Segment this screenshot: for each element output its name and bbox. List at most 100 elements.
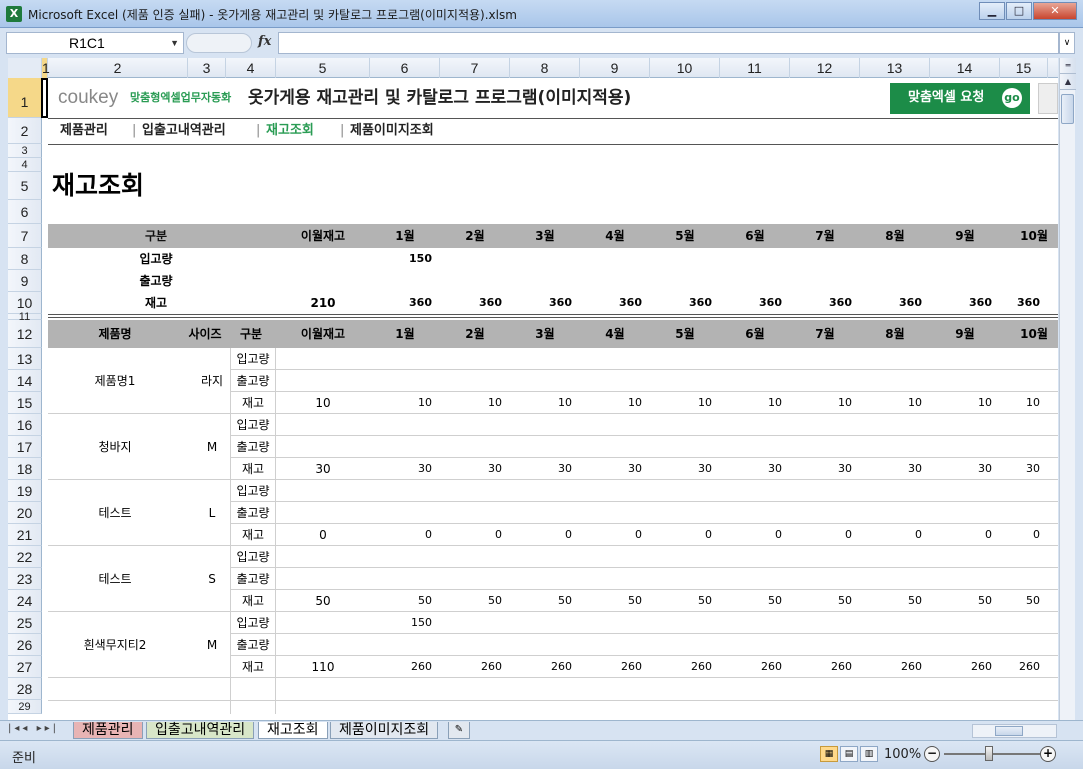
row-header-5[interactable]: 5 xyxy=(8,172,42,200)
detail-col-size: 사이즈 xyxy=(188,327,222,341)
kind-label: 재고 xyxy=(241,528,265,542)
product-stock-value: 50 xyxy=(838,594,852,607)
row-header-28[interactable]: 28 xyxy=(8,678,42,700)
summary-month-value xyxy=(650,270,712,292)
row-header-16[interactable]: 16 xyxy=(8,414,42,436)
kind-label: 재고 xyxy=(241,594,265,608)
row-header-14[interactable]: 14 xyxy=(8,370,42,392)
column-header-10[interactable]: 10 xyxy=(650,58,720,78)
formula-input[interactable] xyxy=(278,32,1059,54)
product-stock-value: 30 xyxy=(488,462,502,475)
row-header-18[interactable]: 18 xyxy=(8,458,42,480)
close-button[interactable]: ✕ xyxy=(1033,2,1077,20)
page-layout-icon[interactable]: ▤ xyxy=(840,746,858,762)
column-header-5[interactable]: 5 xyxy=(276,58,370,78)
zoom-in-icon[interactable]: + xyxy=(1040,746,1056,762)
row-header-1[interactable]: 1 xyxy=(8,78,42,118)
row-header-27[interactable]: 27 xyxy=(8,656,42,678)
active-cell[interactable] xyxy=(41,78,48,118)
row-header-21[interactable]: 21 xyxy=(8,524,42,546)
row-header-20[interactable]: 20 xyxy=(8,502,42,524)
zoom-out-icon[interactable]: − xyxy=(924,746,940,762)
row-header-26[interactable]: 26 xyxy=(8,634,42,656)
row-header-15[interactable]: 15 xyxy=(8,392,42,414)
row-header-6[interactable]: 6 xyxy=(8,200,42,224)
vertical-scroll-thumb[interactable] xyxy=(1061,94,1074,124)
row-header-22[interactable]: 22 xyxy=(8,546,42,568)
column-header-6[interactable]: 6 xyxy=(370,58,440,78)
row-header-19[interactable]: 19 xyxy=(8,480,42,502)
row-header-23[interactable]: 23 xyxy=(8,568,42,590)
summary-col-month-9: 9월 xyxy=(955,229,975,243)
tab-inout-history[interactable]: 입출고내역관리 xyxy=(146,722,255,739)
nav-separator-1: | xyxy=(256,123,261,138)
column-header-15[interactable]: 15 xyxy=(1000,58,1048,78)
request-custom-excel-button[interactable]: 맞춤엑셀 요청 go xyxy=(890,83,1030,114)
row-header-24[interactable]: 24 xyxy=(8,590,42,612)
normal-view-icon[interactable]: ▦ xyxy=(820,746,838,762)
row-header-12[interactable]: 12 xyxy=(8,320,42,348)
insert-sheet-icon[interactable]: ✎ xyxy=(448,722,470,739)
spreadsheet-grid[interactable]: 1 2 3 4 5 6 7 8 9 10 11 12 13 14 15 1 2 3 4 5 6 7 8 9 10 11 12 13 1… xyxy=(8,58,1058,720)
column-header-13[interactable]: 13 xyxy=(860,58,930,78)
go-icon: go xyxy=(1002,88,1022,108)
column-header-12[interactable]: 12 xyxy=(790,58,860,78)
summary-month-value xyxy=(790,270,852,292)
split-box-icon[interactable]: ═ xyxy=(1060,58,1076,74)
tab-navigation-icons[interactable]: |◂◂ ▸▸| xyxy=(8,723,59,734)
product-carry-value: 50 xyxy=(315,594,331,608)
zoom-slider-thumb[interactable] xyxy=(985,746,993,761)
column-header-4[interactable]: 4 xyxy=(226,58,276,78)
column-header-11[interactable]: 11 xyxy=(720,58,790,78)
expand-formula-bar-icon[interactable]: ∨ xyxy=(1059,32,1075,54)
insert-function-button[interactable]: fx xyxy=(258,34,271,49)
kind-row-border xyxy=(230,369,1058,370)
row-header-13[interactable]: 13 xyxy=(8,348,42,370)
page-break-icon[interactable]: ▥ xyxy=(860,746,878,762)
product-stock-value: 30 xyxy=(908,462,922,475)
column-header-14[interactable]: 14 xyxy=(930,58,1000,78)
column-header-3[interactable]: 3 xyxy=(188,58,226,78)
maximize-button[interactable]: □ xyxy=(1006,2,1032,20)
minimize-button[interactable]: ▁ xyxy=(979,2,1005,20)
name-box[interactable]: R1C1 ▼ xyxy=(6,32,184,54)
row-header-4[interactable]: 4 xyxy=(8,158,42,172)
row-header-2[interactable]: 2 xyxy=(8,118,42,144)
product-stock-value: 50 xyxy=(488,594,502,607)
nav-3[interactable]: 제품이미지조회 xyxy=(350,118,460,144)
product-stock-value: 10 xyxy=(978,396,992,409)
cell-area[interactable]: coukey 맞춤형엑셀업무자동화 옷가게용 재고관리 및 카탈로그 프로그램(이미… xyxy=(41,78,1058,720)
product-stock-value: 260 xyxy=(551,660,572,673)
row-header-3[interactable]: 3 xyxy=(8,144,42,158)
excel-app-icon[interactable]: X xyxy=(6,6,22,22)
horizontal-scrollbar[interactable] xyxy=(972,724,1057,738)
row28-border xyxy=(48,700,1058,701)
select-all-corner[interactable] xyxy=(8,58,42,78)
detail-col-month-5: 5월 xyxy=(675,327,695,341)
product-stock-value: 0 xyxy=(775,528,782,541)
column-header-7[interactable]: 7 xyxy=(440,58,510,78)
row-header-29[interactable]: 29 xyxy=(8,700,42,714)
kind-label: 입고량 xyxy=(236,550,270,564)
tab-product-management[interactable]: 제품관리 xyxy=(73,722,143,739)
summary-col-month-2: 2월 xyxy=(465,229,485,243)
row-header-25[interactable]: 25 xyxy=(8,612,42,634)
column-header-2[interactable]: 2 xyxy=(48,58,188,78)
column-header-9[interactable]: 9 xyxy=(580,58,650,78)
chevron-down-icon[interactable]: ▼ xyxy=(170,33,179,53)
row-header-7[interactable]: 7 xyxy=(8,224,42,248)
row-header-9[interactable]: 9 xyxy=(8,270,42,292)
product-stock-value: 260 xyxy=(901,660,922,673)
detail-col-month-1: 1월 xyxy=(395,327,415,341)
zoom-level[interactable]: 100% xyxy=(884,747,921,762)
nav-1[interactable]: 입출고내역관리 xyxy=(142,118,252,144)
row-header-17[interactable]: 17 xyxy=(8,436,42,458)
horizontal-scroll-thumb[interactable] xyxy=(995,726,1023,736)
tab-inventory-lookup[interactable]: 재고조회 xyxy=(258,722,328,739)
vertical-scrollbar[interactable]: ═ ▲ xyxy=(1059,58,1076,720)
column-header-8[interactable]: 8 xyxy=(510,58,580,78)
tab-product-images[interactable]: 제품이미지조회 xyxy=(330,722,439,739)
row-header-8[interactable]: 8 xyxy=(8,248,42,270)
product-stock-value: 260 xyxy=(831,660,852,673)
scroll-up-icon[interactable]: ▲ xyxy=(1060,74,1076,90)
